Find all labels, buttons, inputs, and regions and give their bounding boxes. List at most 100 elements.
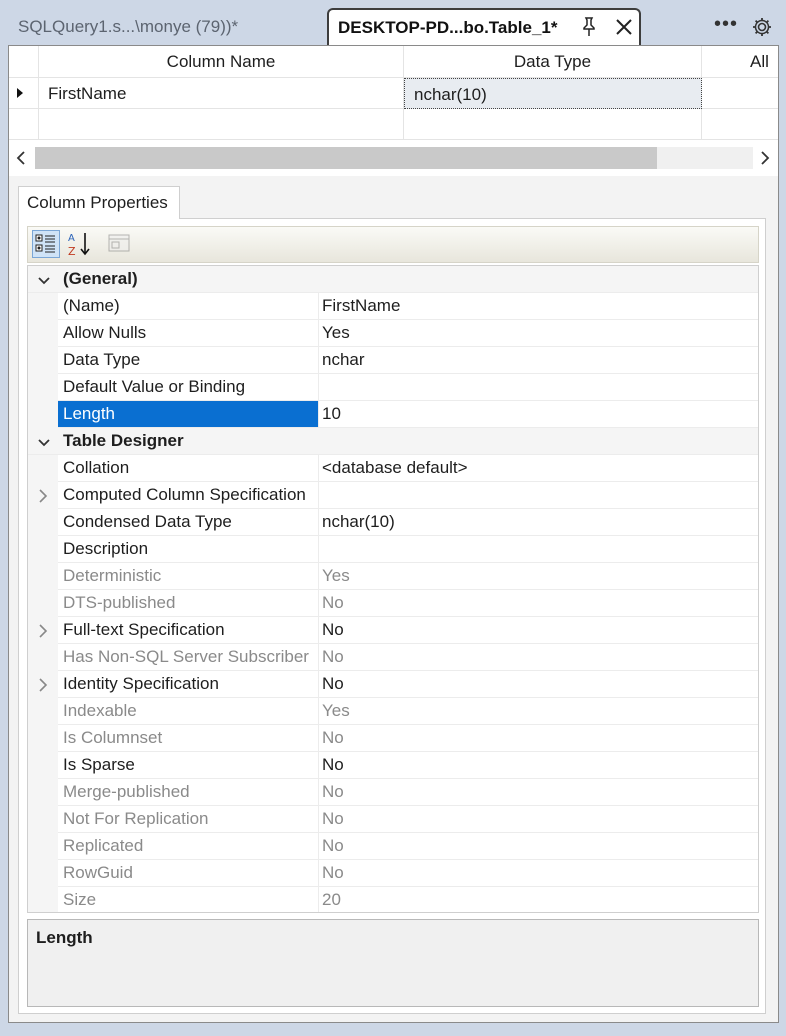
property-value[interactable]: No [320, 752, 344, 778]
row-arrow-icon [17, 88, 23, 98]
property-value[interactable] [320, 374, 322, 400]
property-name: Default Value or Binding [58, 374, 319, 400]
property-row[interactable]: Condensed Data Type nchar(10) [28, 509, 758, 536]
property-row[interactable]: Indexable Yes [28, 698, 758, 725]
property-row[interactable]: Is Sparse No [28, 752, 758, 779]
empty-row-data-type-cell[interactable] [404, 109, 702, 140]
allow-nulls-header[interactable]: All [702, 46, 778, 78]
property-row[interactable]: Size 20 [28, 887, 758, 912]
property-row[interactable]: RowGuid No [28, 860, 758, 887]
horizontal-scrollbar[interactable] [9, 140, 778, 176]
data-type-header[interactable]: Data Type [404, 46, 702, 78]
empty-row-allow-nulls-cell[interactable] [702, 109, 778, 140]
property-value[interactable]: nchar(10) [320, 509, 395, 535]
property-value[interactable]: nchar [320, 347, 365, 373]
property-value[interactable]: Yes [320, 563, 350, 589]
property-row[interactable]: Length 10 [28, 401, 758, 428]
property-row-gutter [28, 401, 58, 428]
row-column-name-cell[interactable]: FirstName [39, 78, 404, 109]
property-row[interactable]: Data Type nchar [28, 347, 758, 374]
property-name: Replicated [58, 833, 319, 859]
property-row[interactable]: Collation <database default> [28, 455, 758, 482]
property-row[interactable]: Is Columnset No [28, 725, 758, 752]
property-value[interactable]: 10 [320, 401, 341, 427]
property-name: Has Non-SQL Server Subscriber [58, 644, 319, 670]
chevron-right-icon[interactable] [37, 677, 49, 697]
property-value[interactable]: No [320, 590, 344, 616]
property-value[interactable]: No [320, 671, 344, 697]
column-name-header[interactable]: Column Name [39, 46, 404, 78]
property-pages-icon [108, 234, 130, 252]
property-row[interactable]: Has Non-SQL Server Subscriber No [28, 644, 758, 671]
property-row[interactable]: Identity Specification No [28, 671, 758, 698]
property-value[interactable]: No [320, 833, 344, 859]
property-value[interactable]: No [320, 779, 344, 805]
property-category[interactable]: (General) [28, 266, 758, 293]
property-row[interactable]: Replicated No [28, 833, 758, 860]
property-name: Identity Specification [58, 671, 319, 697]
property-value[interactable]: No [320, 617, 344, 643]
scroll-right-icon[interactable] [759, 151, 771, 165]
chevron-right-icon[interactable] [37, 488, 49, 508]
property-row[interactable]: (Name) FirstName [28, 293, 758, 320]
property-row-gutter [28, 860, 58, 887]
property-row[interactable]: Computed Column Specification [28, 482, 758, 509]
empty-row-column-name-cell[interactable] [39, 109, 404, 140]
property-row[interactable]: Merge-published No [28, 779, 758, 806]
property-pages-button[interactable] [106, 230, 134, 258]
properties-toolbar: A Z [27, 226, 759, 263]
property-grid: (General) (Name) FirstName Allow Nulls Yes Da… [27, 265, 759, 913]
property-row[interactable]: Full-text Specification No [28, 617, 758, 644]
gear-icon[interactable] [751, 16, 773, 43]
empty-row-selector[interactable] [9, 109, 39, 140]
property-value[interactable]: No [320, 860, 344, 886]
property-row-gutter [28, 455, 58, 482]
close-icon[interactable] [613, 16, 635, 43]
property-value[interactable]: No [320, 644, 344, 670]
property-name: Is Sparse [58, 752, 319, 778]
row-selector[interactable] [9, 78, 39, 109]
property-name: Full-text Specification [58, 617, 319, 643]
more-options-icon[interactable]: ••• [714, 13, 738, 36]
chevron-down-icon[interactable] [38, 272, 50, 292]
property-row[interactable]: DTS-published No [28, 590, 758, 617]
chevron-down-icon[interactable] [38, 434, 50, 454]
property-row-gutter [28, 509, 58, 536]
sort-alphabetical-icon: A Z [68, 233, 90, 258]
property-category[interactable]: Table Designer [28, 428, 758, 455]
svg-text:Z: Z [68, 245, 76, 258]
property-value[interactable]: <database default> [320, 455, 468, 481]
property-name: Is Columnset [58, 725, 319, 751]
property-name: Computed Column Specification [58, 482, 319, 508]
property-row[interactable]: Description [28, 536, 758, 563]
scroll-left-icon[interactable] [15, 151, 27, 165]
row-data-type-cell[interactable]: nchar(10) [404, 78, 702, 109]
property-value[interactable]: No [320, 725, 344, 751]
property-value[interactable]: No [320, 806, 344, 832]
pin-icon[interactable] [579, 16, 599, 43]
property-name: Not For Replication [58, 806, 319, 832]
property-value[interactable] [320, 536, 322, 562]
property-value[interactable] [320, 482, 322, 508]
property-value[interactable]: FirstName [320, 293, 400, 319]
property-name: Deterministic [58, 563, 319, 589]
property-value[interactable]: 20 [320, 887, 341, 912]
property-row[interactable]: Deterministic Yes [28, 563, 758, 590]
property-name: Condensed Data Type [58, 509, 319, 535]
tab-table-1-label: DESKTOP-PD...bo.Table_1* [338, 18, 558, 37]
property-name: Allow Nulls [58, 320, 319, 346]
tab-column-properties[interactable]: Column Properties [18, 186, 180, 219]
scroll-thumb[interactable] [35, 147, 657, 169]
property-row[interactable]: Default Value or Binding [28, 374, 758, 401]
tab-table-1[interactable]: DESKTOP-PD...bo.Table_1* [327, 8, 641, 46]
property-row[interactable]: Allow Nulls Yes [28, 320, 758, 347]
property-row[interactable]: Not For Replication No [28, 806, 758, 833]
category-label: (General) [63, 269, 138, 288]
alphabetical-button[interactable]: A Z [66, 230, 94, 258]
chevron-right-icon[interactable] [37, 623, 49, 643]
row-allow-nulls-cell[interactable] [702, 78, 778, 109]
property-value[interactable]: Yes [320, 320, 350, 346]
categorized-button[interactable] [32, 230, 60, 258]
property-value[interactable]: Yes [320, 698, 350, 724]
tab-sqlquery1[interactable]: SQLQuery1.s...\monye (79))* [10, 9, 325, 45]
